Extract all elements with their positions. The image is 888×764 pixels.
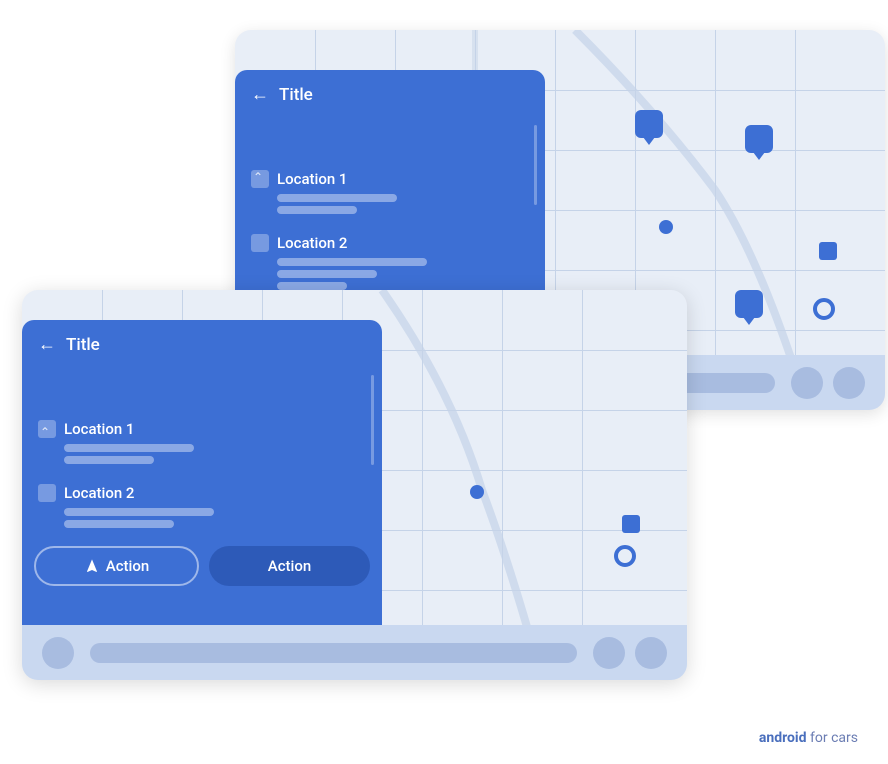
checkbox-front-2[interactable] [38, 484, 56, 502]
location-item-back-1[interactable]: Location 1 [235, 115, 545, 226]
bottom-circle-back-2 [791, 367, 823, 399]
sub-line [64, 444, 194, 452]
panel-header-back: ← Title [235, 70, 545, 115]
map-marker-speech-1 [635, 110, 663, 138]
branding-rest: for cars [807, 730, 858, 746]
location-item-front-2[interactable]: Location 2 [22, 476, 382, 540]
location-name-back-2: Location 2 [277, 234, 347, 252]
sub-line [277, 258, 427, 266]
map-marker-speech-3 [735, 290, 763, 318]
bottom-right-front [593, 637, 667, 669]
location-name-front-1: Location 1 [64, 420, 134, 438]
map-marker-square-front-1 [622, 515, 640, 533]
card-front: ← Title ⌃ Location 1 Location 2 [22, 290, 687, 680]
sub-line [64, 508, 214, 516]
action-btn-2[interactable]: Action [209, 546, 370, 586]
location-item-front-1[interactable]: Location 1 [22, 365, 382, 476]
action-bar: Action Action [22, 537, 382, 595]
sub-line [277, 194, 397, 202]
bottom-circle-front-2 [593, 637, 625, 669]
location-header-back-1: Location 1 [251, 170, 529, 188]
back-arrow-front[interactable]: ← [38, 334, 56, 355]
bottom-circle-front-3 [635, 637, 667, 669]
action-btn-1[interactable]: Action [34, 546, 199, 586]
navigate-icon [84, 558, 100, 574]
sub-line [277, 270, 377, 278]
bottom-circle-front-1 [42, 637, 74, 669]
sublines-front-1 [38, 444, 366, 464]
bottom-bar-front [22, 625, 687, 680]
map-marker-circle-1 [659, 220, 673, 234]
location-header-front-2: Location 2 [38, 484, 366, 502]
sublimes-back-1 [251, 194, 529, 214]
map-marker-speech-2 [745, 125, 773, 153]
panel-title-back: Title [279, 85, 313, 105]
action-label-2: Action [268, 557, 311, 575]
sublines-front-2 [38, 508, 366, 528]
map-marker-ring-1 [813, 298, 835, 320]
sub-line [64, 520, 174, 528]
map-marker-ring-front-1 [614, 545, 636, 567]
bottom-center-front [90, 643, 577, 663]
sub-line [64, 456, 154, 464]
checkbox-back-1[interactable] [251, 170, 269, 188]
checkbox-front-1[interactable] [38, 420, 56, 438]
sub-line [277, 282, 347, 290]
panel-front: ← Title ⌃ Location 1 Location 2 [22, 320, 382, 650]
branding: android for cars [759, 730, 858, 746]
bottom-right-back [791, 367, 865, 399]
map-marker-circle-front-1 [470, 485, 484, 499]
location-header-front-1: Location 1 [38, 420, 366, 438]
panel-header-front: ← Title [22, 320, 382, 365]
location-header-back-2: Location 2 [251, 234, 529, 252]
action-label-1: Action [106, 557, 149, 575]
sub-line [277, 206, 357, 214]
panel-title-front: Title [66, 335, 100, 355]
location-name-front-2: Location 2 [64, 484, 134, 502]
sublines-back-2 [251, 258, 529, 290]
back-arrow-back[interactable]: ← [251, 84, 269, 105]
map-marker-square-1 [819, 242, 837, 260]
checkbox-back-2[interactable] [251, 234, 269, 252]
location-name-back-1: Location 1 [277, 170, 347, 188]
bottom-circle-back-3 [833, 367, 865, 399]
branding-bold: android [759, 730, 807, 746]
